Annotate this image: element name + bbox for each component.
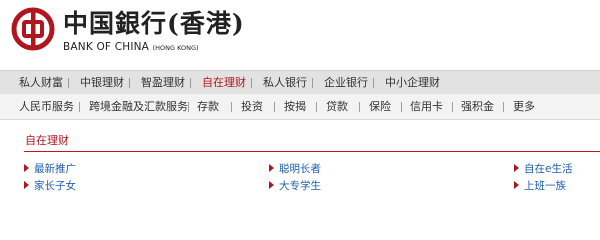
nav-cross-border-remittance[interactable]: 跨境金融及汇款服务 [89,94,188,119]
nav-smart-wealth[interactable]: 智盈理财 [141,71,185,94]
link-label: 自在e生活 [524,163,573,175]
arrow-right-icon [269,164,274,172]
nav-divider [274,102,275,112]
arrow-right-icon [24,164,29,172]
nav-divider [231,102,232,112]
secondary-nav: 人民币服务 跨境金融及汇款服务 存款 投资 按揭 贷款 保险 信用卡 强积金 更… [0,94,600,120]
nav-divider [359,102,360,112]
section-title: 自在理财 [25,134,69,147]
primary-nav: 私人财富 中银理财 智盈理财 自在理财 私人银行 企业银行 中小企理财 [0,70,600,94]
nav-sme-banking[interactable]: 中小企理财 [385,71,440,94]
nav-boc-wealth[interactable]: 中银理财 [80,71,124,94]
nav-freedom-wealth[interactable]: 自在理财 [202,71,246,94]
link-e-life[interactable]: 自在e生活 [514,162,572,176]
nav-divider [401,102,402,112]
nav-divider [190,78,191,88]
nav-divider [316,102,317,112]
link-label: 最新推广 [34,163,76,175]
section-divider [24,151,600,152]
link-label: 大专学生 [279,180,321,192]
brand-name-english: BANK OF CHINA (HONG KONG) [63,41,199,53]
nav-divider [312,78,313,88]
nav-divider [373,78,374,88]
nav-rmb-services[interactable]: 人民币服务 [19,94,74,119]
nav-divider [503,102,504,112]
brand-name-english-sub: (HONG KONG) [152,44,199,52]
nav-divider [188,102,189,112]
link-label: 家长子女 [34,180,76,192]
nav-divider [79,102,80,112]
nav-divider [251,78,252,88]
nav-credit-cards[interactable]: 信用卡 [410,94,443,119]
link-smart-seniors[interactable]: 聪明长者 [269,162,321,176]
site-header: 中国銀行(香港) BANK OF CHINA (HONG KONG) [0,0,600,70]
nav-mpf[interactable]: 强积金 [461,94,494,119]
nav-private-wealth[interactable]: 私人财富 [19,71,63,94]
nav-mortgage[interactable]: 按揭 [284,94,306,119]
brand-name-chinese: 中国銀行(香港) [63,9,245,38]
link-college-students[interactable]: 大专学生 [269,179,321,193]
arrow-right-icon [514,164,519,172]
nav-corporate-banking[interactable]: 企业银行 [324,71,368,94]
link-working-professionals[interactable]: 上班一族 [514,179,566,193]
nav-more[interactable]: 更多 [513,94,535,119]
nav-divider [129,78,130,88]
arrow-right-icon [514,181,519,189]
nav-divider [68,78,69,88]
arrow-right-icon [24,181,29,189]
nav-private-banking[interactable]: 私人银行 [263,71,307,94]
nav-loans[interactable]: 贷款 [326,94,348,119]
nav-insurance[interactable]: 保险 [369,94,391,119]
nav-deposits[interactable]: 存款 [197,94,219,119]
bank-of-china-logo-icon[interactable] [11,7,55,51]
link-label: 上班一族 [524,180,566,192]
arrow-right-icon [269,181,274,189]
nav-investment[interactable]: 投资 [241,94,263,119]
brand-name-english-main: BANK OF CHINA [63,41,150,53]
nav-divider [452,102,453,112]
link-parents-children[interactable]: 家长子女 [24,179,76,193]
link-label: 聪明长者 [279,163,321,175]
link-latest-promotions[interactable]: 最新推广 [24,162,76,176]
